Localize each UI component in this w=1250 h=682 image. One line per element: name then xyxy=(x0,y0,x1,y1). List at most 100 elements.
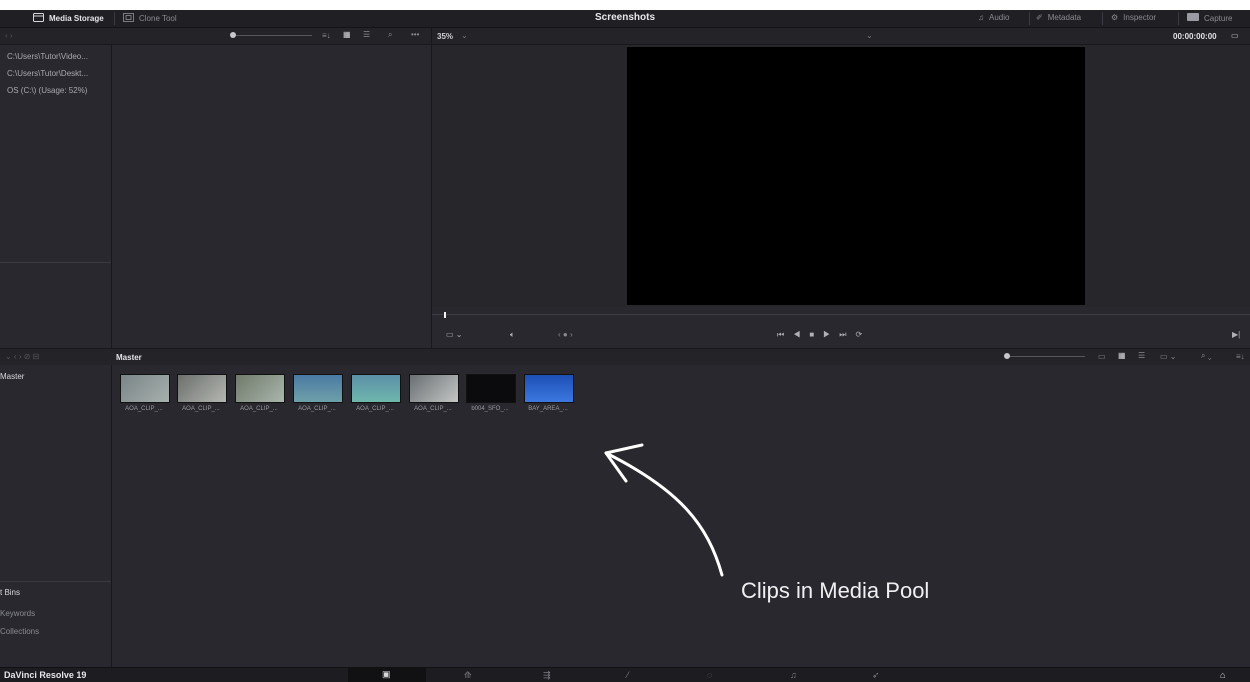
clip-display-icon[interactable]: ▭ ⌄ xyxy=(446,330,462,339)
separator xyxy=(1029,12,1030,25)
bin-master[interactable]: Master xyxy=(0,372,24,381)
storage-location-item[interactable]: C:\Users\Tutor\Deskt... xyxy=(7,69,88,78)
clip-item[interactable]: AOA_CLIP_... xyxy=(293,374,343,412)
nav-arrows-icon[interactable]: ‹ › xyxy=(5,31,13,40)
thumbnail-view-icon[interactable]: ▦ xyxy=(343,30,351,39)
separator xyxy=(1178,12,1179,25)
media-storage-icon xyxy=(33,13,44,24)
capture-tab[interactable]: Capture xyxy=(1187,13,1232,23)
secondary-toolbar: ‹ › ≡↓ ▦ ☰ ⌕ ••• 35% ⌄ ⌄ 00:00:00:00 ▭ xyxy=(0,28,1250,45)
viewer-dropdown-icon[interactable]: ⌄ xyxy=(866,31,873,40)
transport-controls-icon[interactable]: ⏮◀■▶⏭⟳ xyxy=(777,330,871,340)
fusion-page-icon[interactable]: ⁄ xyxy=(627,670,629,680)
smart-bins-header[interactable]: t Bins xyxy=(0,588,20,597)
inspector-label: Inspector xyxy=(1123,13,1157,22)
media-pool-header: ⌄ ‹ › ⊘ ⊟ Master ▭ ▦ ☰ ▭ ⌄ ⌕ ⌄ ≡↓ xyxy=(0,349,1250,365)
playhead[interactable] xyxy=(444,312,446,318)
bin-controls-icon[interactable]: ⌄ ‹ › ⊘ ⊟ xyxy=(5,352,39,361)
clip-thumbnail xyxy=(235,374,285,403)
clip-label: AOA_CLIP_... xyxy=(125,406,163,412)
thumbnail-size-slider[interactable] xyxy=(236,35,312,36)
clip-label: AOA_CLIP_... xyxy=(298,406,336,412)
clip-item[interactable]: AOA_CLIP_... xyxy=(177,374,227,412)
sort-icon[interactable]: ≡↓ xyxy=(1236,352,1245,361)
storage-browser-panel xyxy=(112,45,431,348)
jog-control-icon[interactable]: ‹ ● › xyxy=(558,330,573,339)
separator xyxy=(1102,12,1103,25)
storage-location-item[interactable]: OS (C:\) (Usage: 52%) xyxy=(7,86,87,95)
clone-tool-icon xyxy=(123,13,134,24)
media-pool-title: Master xyxy=(116,353,142,362)
metadata-icon: ✐ xyxy=(1036,13,1043,22)
smart-bin-keywords[interactable]: Keywords xyxy=(0,609,35,618)
clip-item[interactable]: AOA_CLIP_... xyxy=(120,374,170,412)
media-storage-tab[interactable]: Media Storage xyxy=(33,13,104,24)
search-icon[interactable]: ⌕ xyxy=(388,30,392,40)
capture-icon xyxy=(1187,13,1199,23)
color-page-icon[interactable]: ◌ xyxy=(707,670,712,680)
fairlight-page-icon[interactable]: ♫ xyxy=(790,670,797,680)
search-icon[interactable]: ⌕ ⌄ xyxy=(1201,351,1211,361)
list-view-icon[interactable]: ☰ xyxy=(1138,351,1145,360)
timecode-display: 00:00:00:00 xyxy=(1173,32,1217,41)
metadata-view-icon[interactable]: ▭ xyxy=(1098,352,1106,361)
clip-item[interactable]: BAY_AREA_... xyxy=(524,374,574,412)
clip-thumbnail xyxy=(409,374,459,403)
page-navigation-bar: DaVinci Resolve 19 ▣ ⟰ ⇶ ⁄ ◌ ♫ ➶ ⌂ xyxy=(0,667,1250,682)
music-note-icon: ♫ xyxy=(978,13,984,22)
audio-label: Audio xyxy=(989,13,1010,22)
deliver-page-icon[interactable]: ➶ xyxy=(872,670,880,681)
app-name: DaVinci Resolve 19 xyxy=(4,670,87,680)
resolve-window: Media Storage Clone Tool Screenshots ♫ A… xyxy=(0,10,1250,682)
clip-label: b004_SFO_... xyxy=(471,406,509,412)
separator xyxy=(114,12,115,25)
scrubber-track[interactable] xyxy=(432,314,1250,315)
edit-page-icon[interactable]: ⇶ xyxy=(543,670,551,681)
annotation-label: Clips in Media Pool xyxy=(741,578,930,603)
media-page-button[interactable]: ▣ xyxy=(348,668,426,682)
zoom-dropdown-icon[interactable]: ⌄ xyxy=(461,31,468,40)
divider xyxy=(431,28,432,44)
next-frame-icon[interactable]: ▶| xyxy=(1232,330,1240,339)
divider xyxy=(0,581,111,582)
top-panel-bar: Media Storage Clone Tool Screenshots ♫ A… xyxy=(0,10,1250,28)
clip-label: BAY_AREA_... xyxy=(528,406,568,412)
metadata-tab[interactable]: ✐ Metadata xyxy=(1036,13,1081,22)
clip-thumbnail xyxy=(466,374,516,403)
viewer-canvas[interactable] xyxy=(627,47,1085,305)
audio-tab[interactable]: ♫ Audio xyxy=(978,13,1009,22)
more-options-icon[interactable]: ••• xyxy=(411,30,419,39)
clip-item[interactable]: b004_SFO_... xyxy=(466,374,516,412)
clip-label: AOA_CLIP_... xyxy=(356,406,394,412)
clip-filter-icon[interactable]: ▭ ⌄ xyxy=(1160,352,1176,361)
pool-zoom-slider[interactable] xyxy=(1009,356,1085,357)
sort-icon[interactable]: ≡↓ xyxy=(322,31,331,40)
clip-thumbnail xyxy=(524,374,574,403)
thumbnail-view-icon[interactable]: ▦ xyxy=(1118,351,1126,360)
media-storage-label: Media Storage xyxy=(49,14,104,23)
clip-thumbnail xyxy=(351,374,401,403)
smart-bin-collections[interactable]: Collections xyxy=(0,627,39,636)
inspector-tab[interactable]: ⚙ Inspector xyxy=(1111,13,1156,22)
transport-bar: ▭ ⌄ 🔈︎ ‹ ● › ⏮◀■▶⏭⟳ ▶| xyxy=(432,326,1250,348)
divider xyxy=(0,262,111,263)
pool-slider-handle[interactable] xyxy=(1004,353,1010,359)
clone-tool-tab[interactable]: Clone Tool xyxy=(123,13,177,24)
clip-item[interactable]: AOA_CLIP_... xyxy=(351,374,401,412)
cut-page-icon[interactable]: ⟰ xyxy=(464,670,472,681)
home-icon[interactable]: ⌂ xyxy=(1220,670,1225,680)
viewer-mode-icon[interactable]: ▭ xyxy=(1231,31,1239,40)
slider-handle[interactable] xyxy=(230,32,236,38)
media-page-icon: ▣ xyxy=(382,669,391,679)
clip-item[interactable]: AOA_CLIP_... xyxy=(235,374,285,412)
zoom-level[interactable]: 35% xyxy=(437,32,453,41)
clip-item[interactable]: AOA_CLIP_... xyxy=(409,374,459,412)
storage-location-item[interactable]: C:\Users\Tutor\Video... xyxy=(7,52,88,61)
list-view-icon[interactable]: ☰ xyxy=(363,30,370,39)
clip-label: AOA_CLIP_... xyxy=(182,406,220,412)
clip-thumbnail xyxy=(177,374,227,403)
clip-label: AOA_CLIP_... xyxy=(240,406,278,412)
clip-label: AOA_CLIP_... xyxy=(414,406,452,412)
clone-tool-label: Clone Tool xyxy=(139,14,177,23)
volume-icon[interactable]: 🔈︎ xyxy=(510,330,515,340)
